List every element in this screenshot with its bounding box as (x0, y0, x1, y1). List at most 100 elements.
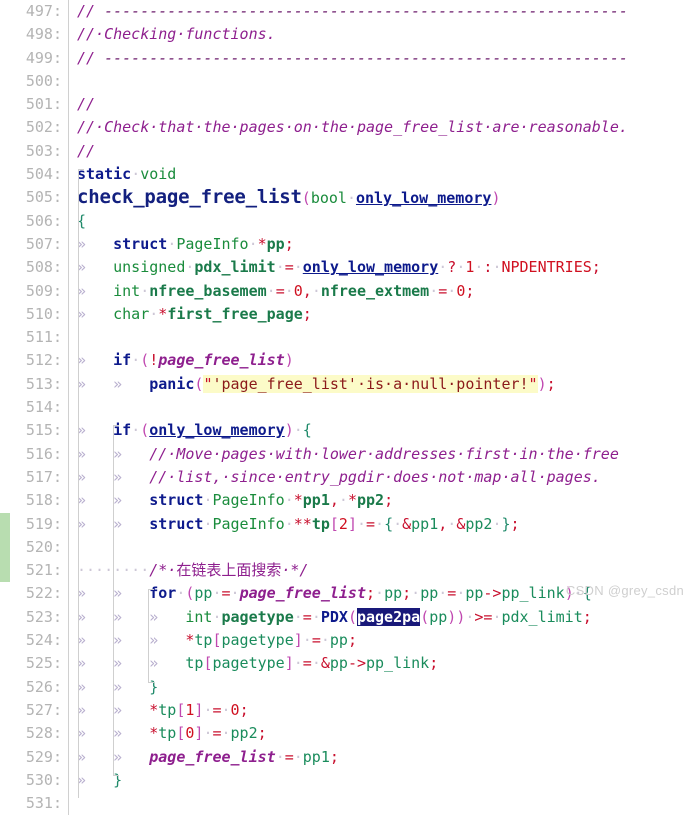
code-text[interactable]: // -------------------------------------… (69, 47, 696, 70)
code-line[interactable]: 501: // (0, 93, 696, 117)
code-token: · (203, 700, 213, 719)
code-token: //·Check·that·the·pages·on·the·page_free… (77, 118, 628, 137)
code-line[interactable]: 499: // ---------------------------------… (0, 46, 696, 70)
line-number: 503: (25, 141, 62, 160)
code-token: ; (284, 234, 294, 253)
code-token: [ (212, 631, 222, 650)
code-token: & (320, 654, 330, 673)
code-line[interactable]: 531: (0, 792, 696, 815)
code-token: int (185, 607, 213, 626)
code-line[interactable]: 507:» struct·PageInfo·*pp; (0, 232, 696, 257)
line-number: 522: (25, 584, 62, 603)
code-token: ; (329, 747, 339, 766)
line-number: 509: (25, 281, 62, 300)
code-text[interactable]: » » page_free_list·=·pp1; (69, 746, 696, 769)
code-line[interactable]: 525: » » » tp[pagetype]·=·&pp->pp_link; (0, 652, 696, 676)
code-text[interactable]: { (69, 210, 696, 233)
code-editor[interactable]: 497: // ---------------------------------… (0, 0, 696, 815)
code-text[interactable]: » if·(only_low_memory)·{ (69, 419, 696, 442)
line-number: 525: (25, 654, 62, 673)
code-token: · (149, 304, 159, 323)
code-line[interactable]: 515:» if·(only_low_memory)·{ (0, 419, 696, 443)
code-line[interactable]: 509: » int·nfree_basemem·=·0,·nfree_extme… (0, 279, 696, 303)
code-line[interactable]: 504: static·void (0, 163, 696, 187)
code-line[interactable]: 513: » » panic("'page_free_list'·is·a·nul… (0, 372, 696, 397)
code-text[interactable]: » struct·PageInfo·*pp; (69, 233, 696, 256)
code-text[interactable]: » » struct·PageInfo·*pp1,·*pp2; (69, 489, 696, 512)
code-text[interactable]: // (69, 140, 696, 163)
code-token: ! (149, 351, 159, 370)
code-line[interactable]: 529:» » page_free_list·=·pp1; (0, 745, 696, 769)
code-line[interactable]: 508:» unsigned·pdx_limit·=·only_low_memo… (0, 256, 696, 280)
code-line[interactable]: 511: (0, 326, 696, 350)
code-text[interactable]: » if·(!page_free_list) (69, 349, 696, 372)
code-text[interactable]: » » //·Move·pages·with·lower·addresses·f… (69, 443, 696, 466)
code-line[interactable]: 500: (0, 69, 696, 94)
code-line[interactable]: 526: » » } (0, 675, 696, 699)
code-token: ( (301, 189, 311, 208)
code-line[interactable]: 510: » char·*first_free_page; (0, 302, 696, 327)
code-text[interactable]: » » *tp[1]·=·0; (69, 699, 696, 722)
code-line[interactable]: 519:» » struct·PageInfo·**tp[2]·=·{·&pp1… (0, 512, 696, 536)
code-text[interactable]: static·void (69, 163, 696, 186)
code-text[interactable]: » unsigned·pdx_limit·=·only_low_memory·?… (69, 256, 696, 279)
code-line[interactable]: 528:» » *tp[0]·=·pp2; (0, 722, 696, 746)
code-line[interactable]: 514: (0, 396, 696, 420)
code-token: unsigned (113, 258, 186, 277)
code-line[interactable]: 512: » if·(!page_free_list) (0, 349, 696, 373)
code-text[interactable]: ········/*·在链表上面搜索·*/ (69, 559, 696, 582)
code-text[interactable]: // (69, 93, 696, 116)
code-text[interactable] (69, 396, 696, 419)
code-line[interactable]: 523:» » » int·pagetype·=·PDX(page2pa(pp)… (0, 605, 696, 630)
code-text[interactable]: » int·nfree_basemem·=·0,·nfree_extmem·=·… (69, 280, 696, 303)
code-token: for (149, 584, 177, 603)
code-text[interactable]: » » } (69, 676, 696, 699)
code-text[interactable]: » » *tp[0]·=·pp2; (69, 722, 696, 745)
code-line[interactable]: 524:» » » *tp[pagetype]·=·pp; (0, 629, 696, 653)
code-text[interactable]: » » panic("'page_free_list'·is·a·null·po… (69, 373, 696, 396)
code-line[interactable]: 502: //·Check·that·the·pages·on·the·page_… (0, 116, 696, 140)
code-line[interactable]: 498: //·Checking·functions. (0, 23, 696, 47)
line-number: 502: (25, 118, 62, 137)
code-text[interactable]: check_page_free_list(bool·only_low_memor… (69, 186, 696, 209)
code-line[interactable]: 521: ········/*·在链表上面搜索·*/ (0, 559, 696, 583)
code-token: · (293, 607, 303, 626)
code-text[interactable]: //·Checking·functions. (69, 23, 696, 46)
code-text[interactable]: » » struct·PageInfo·**tp[2]·=·{·&pp1,·&p… (69, 513, 696, 536)
code-line-list[interactable]: 497: // ---------------------------------… (0, 0, 696, 815)
code-text[interactable] (69, 536, 696, 559)
code-line[interactable]: 505: check_page_free_list(bool·only_low_m… (0, 186, 696, 210)
code-token: pagetype (221, 631, 294, 650)
code-line[interactable]: 517: » » //·list,·since·entry_pgdir·does·… (0, 465, 696, 490)
tab-glyph: » (113, 677, 150, 696)
code-line[interactable]: 530: » } (0, 768, 696, 793)
code-fold-guide (113, 425, 114, 775)
line-number: 517: (25, 467, 62, 486)
code-text[interactable] (69, 70, 696, 93)
code-line[interactable]: 506: { (0, 209, 696, 233)
tab-glyph: » (77, 747, 114, 766)
code-text[interactable]: » » » int·pagetype·=·PDX(page2pa(pp))·>=… (69, 606, 696, 629)
code-text[interactable]: » » » *tp[pagetype]·=·pp; (69, 629, 696, 652)
code-text[interactable] (69, 792, 696, 815)
code-line[interactable]: 518:» » struct·PageInfo·*pp1,·*pp2; (0, 489, 696, 513)
code-line[interactable]: 527:» » *tp[1]·=·0; (0, 698, 696, 723)
code-line[interactable]: 503: // (0, 139, 696, 164)
code-line[interactable]: 516: » » //·Move·pages·with·lower·address… (0, 442, 696, 466)
tab-glyph: » (77, 304, 114, 323)
code-text[interactable]: » char·*first_free_page; (69, 303, 696, 326)
code-text[interactable]: » } (69, 769, 696, 792)
code-token: pp2 (230, 724, 258, 743)
code-text[interactable]: //·Check·that·the·pages·on·the·page_free… (69, 116, 696, 139)
code-text[interactable] (69, 326, 696, 349)
code-text[interactable]: // -------------------------------------… (69, 0, 696, 23)
code-token: pp2 (465, 514, 493, 533)
code-text[interactable]: » » //·list,·since·entry_pgdir·does·not·… (69, 466, 696, 489)
code-token: pp1 (411, 514, 439, 533)
code-line[interactable]: 520: (0, 535, 696, 560)
code-line[interactable]: 497: // ---------------------------------… (0, 0, 696, 24)
code-fold-tick (78, 169, 84, 171)
code-token: · (221, 700, 231, 719)
code-token: · (275, 747, 285, 766)
code-text[interactable]: » » » tp[pagetype]·=·&pp->pp_link; (69, 652, 696, 675)
